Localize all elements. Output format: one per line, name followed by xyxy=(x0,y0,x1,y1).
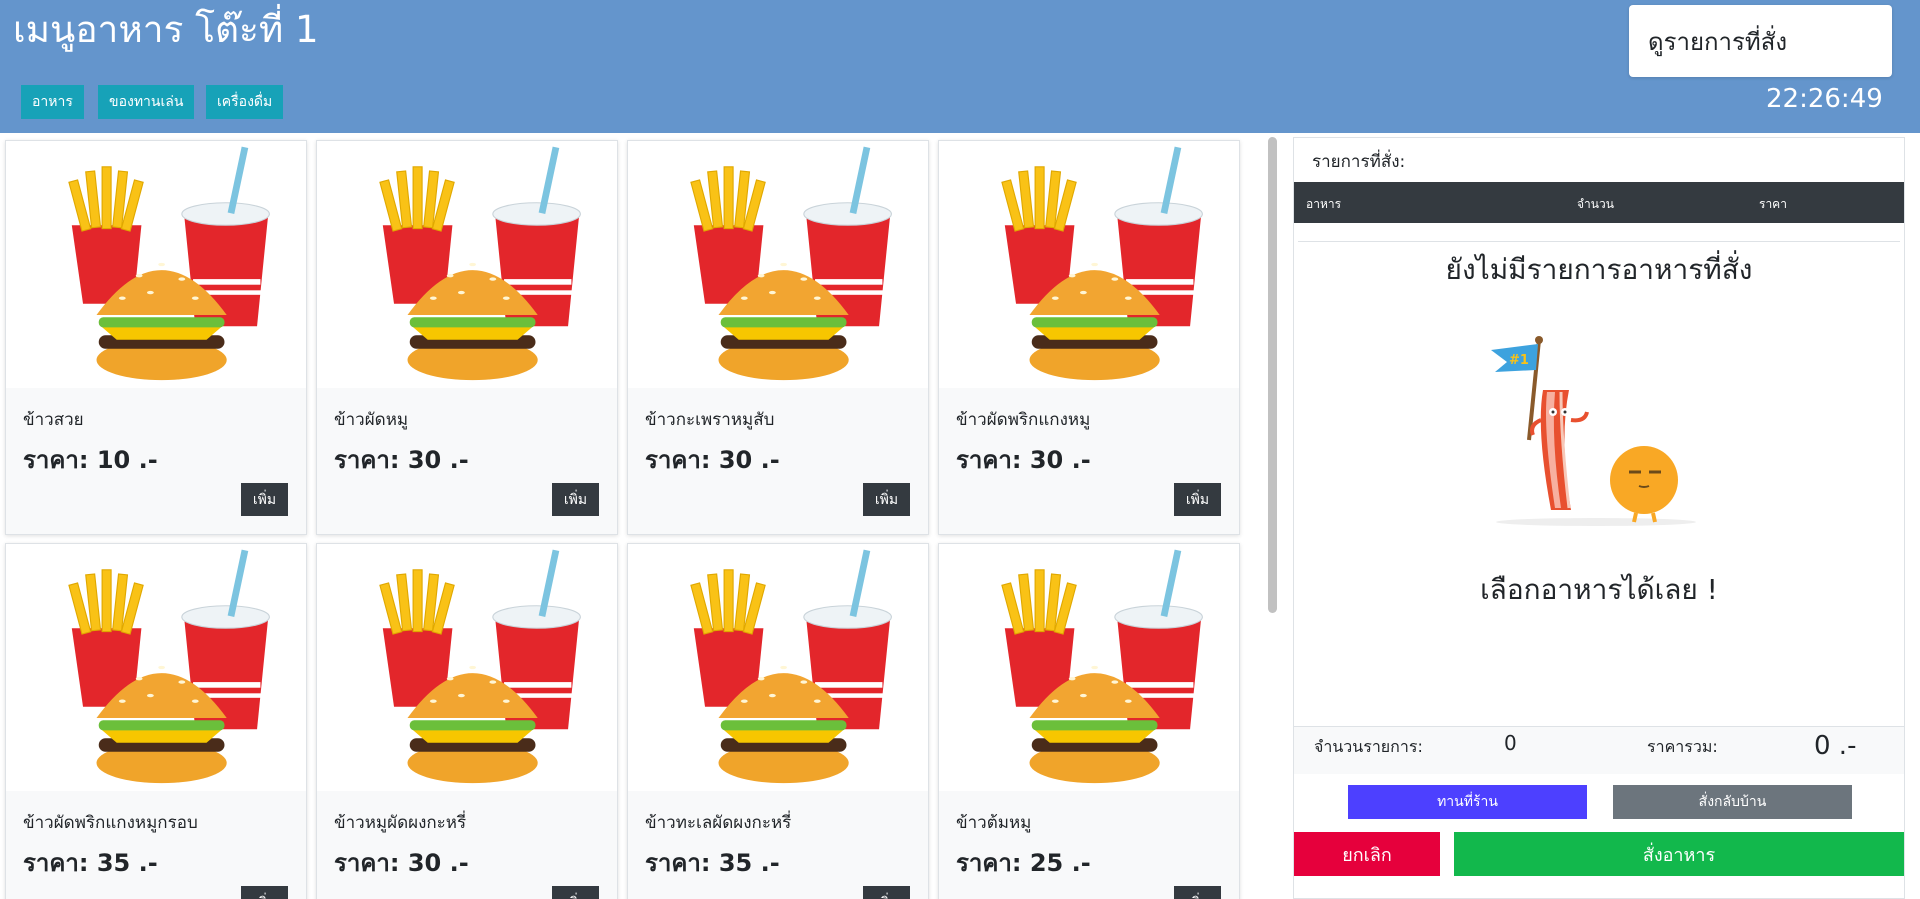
burger-fries-drink-icon xyxy=(690,146,892,381)
menu-item-price: ราคา: 30 .- xyxy=(645,446,780,474)
cancel-button[interactable]: ยกเลิก xyxy=(1294,832,1440,876)
total-price-value: 0 .- xyxy=(1814,731,1857,761)
menu-item-name: ข้าวสวย xyxy=(23,410,84,430)
order-panel-label: รายการที่สั่ง: xyxy=(1312,152,1406,172)
empty-order-subtitle: เลือกอาหารได้เลย ! xyxy=(1480,573,1718,606)
menu-card: ข้าวผัดพริกแกงหมูกรอบ ราคา: 35 .- เพิ่ม xyxy=(5,543,307,899)
column-food: อาหาร xyxy=(1306,197,1342,211)
category-tab-snacks[interactable]: ของทานเล่น xyxy=(98,85,195,119)
food-image xyxy=(628,141,928,388)
menu-item-name: ข้าวหมูผัดผงกะหรี่ xyxy=(334,813,467,833)
submit-order-button[interactable]: สั่งอาหาร xyxy=(1454,832,1904,876)
order-panel: รายการที่สั่ง: อาหาร จำนวน ราคา ยังไม่มี… xyxy=(1293,137,1905,899)
burger-fries-drink-icon xyxy=(68,146,270,381)
dine-in-button[interactable]: ทานที่ร้าน xyxy=(1348,785,1587,819)
burger-fries-drink-icon xyxy=(1001,549,1203,784)
menu-item-name: ข้าวกะเพราหมูสับ xyxy=(645,410,775,430)
menu-item-name: ข้าวต้มหมู xyxy=(956,813,1032,833)
item-count-label: จำนวนรายการ: xyxy=(1314,737,1423,756)
add-button[interactable]: เพิ่ม xyxy=(1174,483,1221,516)
add-button[interactable]: เพิ่ม xyxy=(863,483,910,516)
menu-item-price: ราคา: 35 .- xyxy=(23,849,158,877)
food-image xyxy=(6,544,306,791)
category-tab-drinks[interactable]: เครื่องดื่ม xyxy=(206,85,284,119)
add-button[interactable]: เพิ่ม xyxy=(552,483,599,516)
add-button[interactable]: เพิ่ม xyxy=(241,483,288,516)
column-quantity: จำนวน xyxy=(1577,197,1614,211)
top-header: เมนูอาหาร โต๊ะที่ 1 อาหาร ของทานเล่น เคร… xyxy=(0,0,1920,133)
menu-card: ข้าวผัดพริกแกงหมู ราคา: 30 .- เพิ่ม xyxy=(938,140,1240,535)
menu-item-price: ราคา: 25 .- xyxy=(956,849,1091,877)
menu-card: ข้าวผัดหมู ราคา: 30 .- เพิ่ม xyxy=(316,140,618,535)
column-price: ราคา xyxy=(1759,197,1787,211)
takeaway-button[interactable]: สั่งกลับบ้าน xyxy=(1613,785,1852,819)
burger-fries-drink-icon xyxy=(68,549,270,784)
burger-fries-drink-icon xyxy=(690,549,892,784)
add-button[interactable]: เพิ่ม xyxy=(552,886,599,899)
menu-grid: ข้าวสวย ราคา: 10 .- เพิ่ม ข้าวผัดหมู ราค… xyxy=(0,133,1262,899)
item-count-value: 0 xyxy=(1504,731,1517,755)
food-image xyxy=(317,544,617,791)
menu-item-name: ข้าวผัดหมู xyxy=(334,410,409,430)
category-tab-food[interactable]: อาหาร xyxy=(21,85,84,119)
menu-item-price: ราคา: 10 .- xyxy=(23,446,158,474)
menu-card: ข้าวสวย ราคา: 10 .- เพิ่ม xyxy=(5,140,307,535)
menu-card: ข้าวต้มหมู ราคา: 25 .- เพิ่ม xyxy=(938,543,1240,899)
bacon-mascot-icon: #1 xyxy=(1491,336,1696,526)
view-orders-button[interactable]: ดูรายการที่สั่ง xyxy=(1629,5,1892,77)
page-title: เมนูอาหาร โต๊ะที่ 1 xyxy=(13,8,319,51)
total-price-label: ราคารวม: xyxy=(1647,737,1718,756)
burger-fries-drink-icon xyxy=(379,146,581,381)
menu-card: ข้าวทะเลผัดผงกะหรี่ ราคา: 35 .- เพิ่ม xyxy=(627,543,929,899)
empty-order-title: ยังไม่มีรายการอาหารที่สั่ง xyxy=(1445,253,1753,286)
order-table-header: อาหาร จำนวน ราคา xyxy=(1294,182,1904,223)
menu-card: ข้าวกะเพราหมูสับ ราคา: 30 .- เพิ่ม xyxy=(627,140,929,535)
order-summary: จำนวนรายการ: 0 ราคารวม: 0 .- xyxy=(1294,726,1904,774)
menu-item-price: ราคา: 30 .- xyxy=(334,446,469,474)
food-image xyxy=(939,141,1239,388)
divider xyxy=(1298,241,1900,242)
menu-item-price: ราคา: 30 .- xyxy=(956,446,1091,474)
food-image xyxy=(317,141,617,388)
menu-item-name: ข้าวผัดพริกแกงหมูกรอบ xyxy=(23,813,198,833)
burger-fries-drink-icon xyxy=(379,549,581,784)
clock: 22:26:49 xyxy=(1766,84,1883,114)
menu-item-price: ราคา: 35 .- xyxy=(645,849,780,877)
svg-text:#1: #1 xyxy=(1509,353,1529,368)
menu-item-name: ข้าวผัดพริกแกงหมู xyxy=(956,410,1091,430)
food-image xyxy=(6,141,306,388)
menu-item-price: ราคา: 30 .- xyxy=(334,849,469,877)
food-image xyxy=(939,544,1239,791)
burger-fries-drink-icon xyxy=(1001,146,1203,381)
menu-scrollbar[interactable] xyxy=(1268,137,1277,613)
add-button[interactable]: เพิ่ม xyxy=(1174,886,1221,899)
menu-card: ข้าวหมูผัดผงกะหรี่ ราคา: 30 .- เพิ่ม xyxy=(316,543,618,899)
add-button[interactable]: เพิ่ม xyxy=(863,886,910,899)
food-image xyxy=(628,544,928,791)
add-button[interactable]: เพิ่ม xyxy=(241,886,288,899)
menu-item-name: ข้าวทะเลผัดผงกะหรี่ xyxy=(645,813,792,833)
